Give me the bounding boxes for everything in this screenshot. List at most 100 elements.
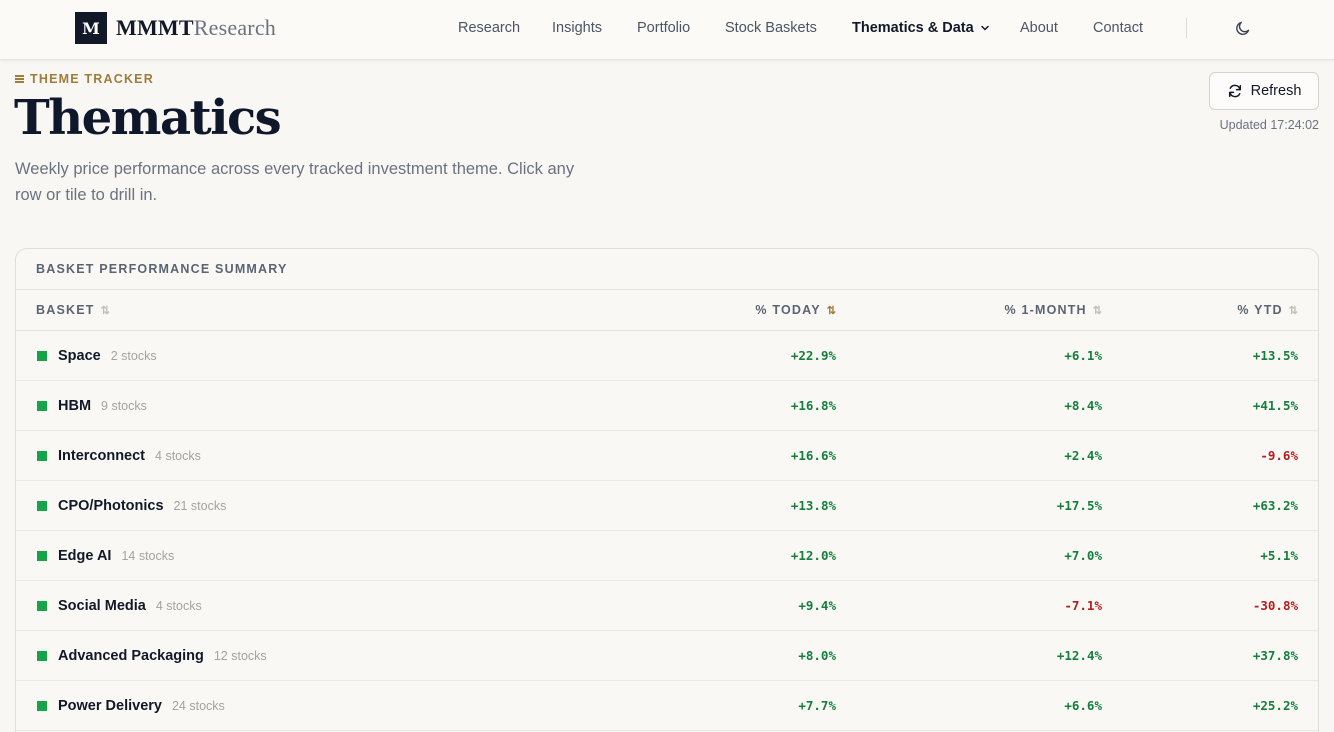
nav-research[interactable]: Research: [458, 20, 520, 36]
table-row[interactable]: Social Media 4 stocks +9.4% -7.1% -30.8%: [16, 581, 1318, 631]
basket-name-label: Social Media: [58, 598, 146, 614]
cell-today: +7.7%: [798, 698, 836, 713]
refresh-button[interactable]: Refresh: [1209, 72, 1319, 110]
cell-1-month: +8.4%: [1064, 398, 1102, 413]
cell-ytd: +37.8%: [1252, 648, 1298, 663]
basket-stock-count: 14 stocks: [121, 549, 175, 563]
basket-name-label: Power Delivery: [58, 698, 162, 714]
basket-stock-count: 21 stocks: [173, 499, 227, 513]
nav-divider: [1186, 18, 1187, 38]
table-row[interactable]: Advanced Packaging 12 stocks +8.0% +12.4% +3…: [16, 631, 1318, 681]
table-row[interactable]: Edge AI 14 stocks +12.0% +7.0% +5.1%: [16, 531, 1318, 581]
page-subtitle: Weekly price performance across every tr…: [15, 160, 575, 204]
nav-portfolio[interactable]: Portfolio: [637, 20, 690, 36]
nav-stock-baskets[interactable]: Stock Baskets: [725, 20, 817, 36]
eyebrow-label: THEME TRACKER: [30, 72, 154, 86]
cell-1-month: +6.6%: [1064, 698, 1102, 713]
column-header-today-label: % TODAY: [755, 303, 821, 317]
column-header-1-month-label: % 1-MONTH: [1004, 303, 1087, 317]
sort-icon: ⇅: [1092, 304, 1102, 317]
basket-color-marker: [37, 501, 47, 511]
cell-1-month: +7.0%: [1064, 548, 1102, 563]
basket-name-label: HBM: [58, 398, 92, 414]
column-header-ytd[interactable]: % YTD ⇅: [1237, 303, 1298, 317]
nav-about[interactable]: About: [1020, 20, 1058, 36]
basket-color-marker: [37, 351, 47, 361]
chevron-down-icon: [980, 25, 989, 31]
basket-name: Edge AI 14 stocks: [58, 548, 174, 564]
column-header-basket-label: BASKET: [36, 303, 95, 317]
basket-name-label: Interconnect: [58, 448, 146, 464]
basket-color-marker: [37, 551, 47, 561]
basket-color-marker: [37, 601, 47, 611]
column-header-ytd-label: % YTD: [1237, 303, 1283, 317]
cell-1-month: +6.1%: [1064, 348, 1102, 363]
cell-today: +8.0%: [798, 648, 836, 663]
basket-stock-count: 2 stocks: [110, 349, 157, 363]
basket-name-label: Space: [58, 348, 101, 364]
cell-ytd: +63.2%: [1252, 498, 1298, 513]
nav-insights[interactable]: Insights: [552, 20, 602, 36]
basket-stock-count: 24 stocks: [171, 699, 225, 713]
cell-today: +16.6%: [790, 448, 836, 463]
table-row[interactable]: Power Delivery 24 stocks +7.7% +6.6% +25.2%: [16, 681, 1318, 731]
basket-stock-count: 4 stocks: [155, 449, 201, 463]
card-title: BASKET PERFORMANCE SUMMARY: [16, 249, 1318, 290]
main-nav: Research Insights Portfolio Stock Basket…: [0, 20, 1334, 40]
basket-name-label: Edge AI: [58, 548, 112, 564]
basket-color-marker: [37, 701, 47, 711]
cell-today: +12.0%: [790, 548, 836, 563]
nav-thematics-data[interactable]: Thematics & Data: [852, 20, 990, 36]
refresh-label: Refresh: [1250, 83, 1302, 99]
table-header: BASKET ⇅ % TODAY ⇅ % 1-MONTH ⇅ % YTD ⇅: [16, 290, 1318, 331]
basket-color-marker: [37, 651, 47, 661]
table-body: Space 2 stocks +22.9% +6.1% +13.5% HBM 9 stock…: [16, 331, 1318, 731]
cell-ytd: -9.6%: [1260, 448, 1298, 463]
nav-contact[interactable]: Contact: [1093, 20, 1143, 36]
cell-ytd: +5.1%: [1260, 548, 1298, 563]
cell-ytd: +13.5%: [1252, 348, 1298, 363]
basket-name: Interconnect 4 stocks: [58, 448, 201, 464]
cell-ytd: +25.2%: [1252, 698, 1298, 713]
sort-icon: ⇅: [1288, 304, 1298, 317]
cell-1-month: +2.4%: [1064, 448, 1102, 463]
column-header-basket[interactable]: BASKET ⇅: [36, 303, 110, 317]
table-row[interactable]: Space 2 stocks +22.9% +6.1% +13.5%: [16, 331, 1318, 381]
basket-name-label: CPO/Photonics: [58, 498, 164, 514]
refresh-icon: [1228, 84, 1241, 98]
basket-name: Power Delivery 24 stocks: [58, 698, 225, 714]
basket-name: HBM 9 stocks: [58, 398, 147, 414]
cell-today: +16.8%: [790, 398, 836, 413]
page-title: Thematics: [14, 90, 282, 146]
top-navigation-bar: M MMMTResearch Research Insights Portfol…: [0, 0, 1334, 60]
cell-today: +22.9%: [790, 348, 836, 363]
nav-thematics-data-label: Thematics & Data: [852, 20, 974, 36]
moon-icon[interactable]: [1233, 18, 1253, 38]
table-row[interactable]: CPO/Photonics 21 stocks +13.8% +17.5% +63.2%: [16, 481, 1318, 531]
basket-name: Space 2 stocks: [58, 348, 157, 364]
theme-tracker-eyebrow: THEME TRACKER: [15, 72, 154, 86]
column-header-1-month[interactable]: % 1-MONTH ⇅: [1004, 303, 1102, 317]
basket-name-label: Advanced Packaging: [58, 648, 204, 664]
basket-name: Advanced Packaging 12 stocks: [58, 648, 267, 664]
cell-1-month: -7.1%: [1064, 598, 1102, 613]
basket-color-marker: [37, 401, 47, 411]
basket-stock-count: 12 stocks: [213, 649, 267, 663]
sort-icon: ⇅: [100, 304, 110, 317]
cell-today: +13.8%: [790, 498, 836, 513]
basket-name: Social Media 4 stocks: [58, 598, 202, 614]
cell-today: +9.4%: [798, 598, 836, 613]
cell-1-month: +17.5%: [1056, 498, 1102, 513]
column-header-today[interactable]: % TODAY ⇅: [755, 303, 836, 317]
list-icon: [15, 75, 24, 83]
cell-ytd: -30.8%: [1252, 598, 1298, 613]
basket-color-marker: [37, 451, 47, 461]
basket-performance-card: BASKET PERFORMANCE SUMMARY BASKET ⇅ % TOD…: [15, 248, 1319, 732]
sort-active-icon: ⇅: [826, 304, 836, 317]
table-row[interactable]: Interconnect 4 stocks +16.6% +2.4% -9.6%: [16, 431, 1318, 481]
table-row[interactable]: HBM 9 stocks +16.8% +8.4% +41.5%: [16, 381, 1318, 431]
updated-timestamp: Updated 17:24:02: [1219, 118, 1319, 132]
basket-stock-count: 9 stocks: [101, 399, 147, 413]
cell-ytd: +41.5%: [1252, 398, 1298, 413]
basket-stock-count: 4 stocks: [155, 599, 202, 613]
